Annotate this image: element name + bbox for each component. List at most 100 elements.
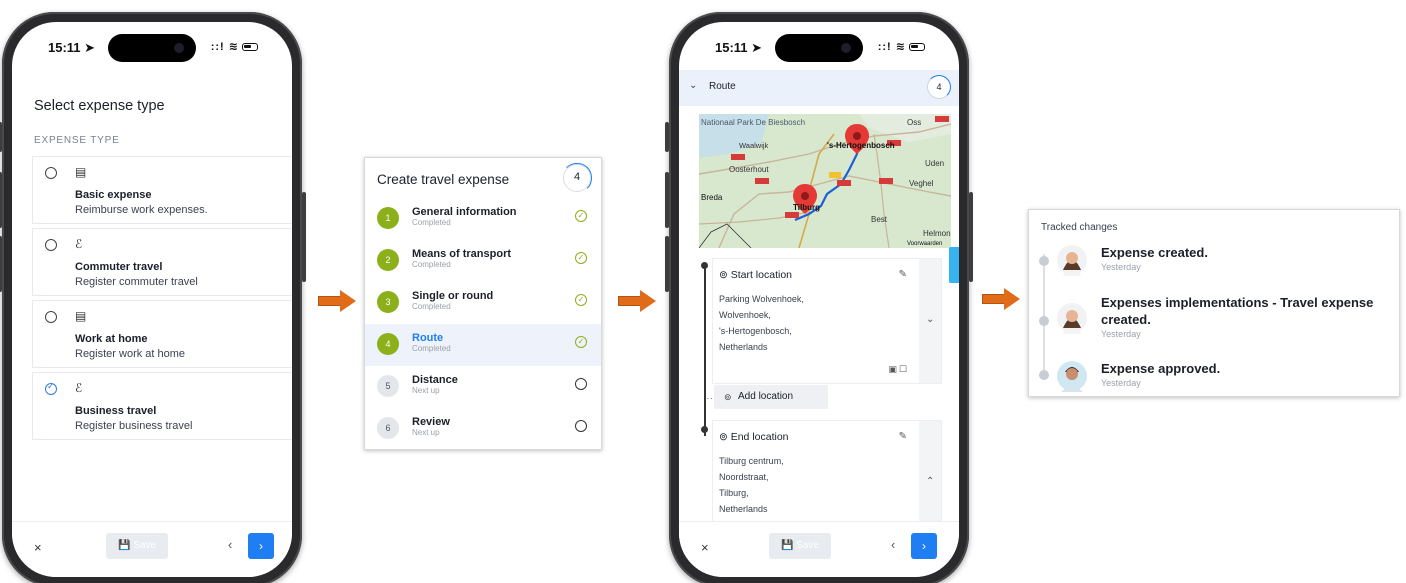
next-button[interactable]: › bbox=[911, 533, 937, 559]
timeline-dot bbox=[1039, 256, 1049, 266]
chevron-down-icon: ⌄ bbox=[926, 314, 935, 325]
tracked-change-item: Expense created. Yesterday bbox=[1101, 244, 1208, 272]
check-circle-icon: ✓ bbox=[575, 210, 587, 222]
option-label: Commuter travel bbox=[75, 261, 163, 273]
feedback-tab[interactable] bbox=[949, 247, 959, 283]
route-section-header[interactable]: ⌄ Route 4 bbox=[679, 70, 959, 106]
previous-button[interactable]: ‹ bbox=[891, 537, 895, 552]
option-description: Register work at home bbox=[75, 348, 186, 360]
step-general-information[interactable]: 1 General information Completed ✓ bbox=[365, 198, 601, 240]
address-line: Netherlands bbox=[719, 342, 768, 352]
end-location-title: ⊚ End location bbox=[719, 431, 789, 443]
tracked-changes-card: Tracked changes Expense created. Yesterd… bbox=[1028, 209, 1400, 397]
change-time: Yesterday bbox=[1101, 329, 1141, 339]
user-avatar bbox=[1057, 303, 1087, 334]
change-time: Yesterday bbox=[1101, 262, 1141, 272]
radio-button[interactable] bbox=[45, 239, 57, 251]
commute-route-icon: ℰ bbox=[75, 237, 83, 251]
save-button[interactable]: 💾 Save bbox=[106, 533, 168, 559]
flow-arrow bbox=[982, 288, 1022, 310]
page-title: Select expense type bbox=[34, 98, 165, 114]
step-single-or-round[interactable]: 3 Single or round Completed ✓ bbox=[365, 282, 601, 324]
start-location-title: ⊚ Start location bbox=[719, 269, 792, 281]
option-description: Reimburse work expenses. bbox=[75, 204, 208, 216]
save-label: Save bbox=[133, 540, 157, 551]
flow-arrow bbox=[318, 290, 358, 312]
step-review[interactable]: 6 Review Next up bbox=[365, 408, 601, 450]
previous-button[interactable]: ‹ bbox=[228, 537, 232, 552]
map-label: Voorwaarden bbox=[907, 241, 942, 247]
commute-route-icon: ℰ bbox=[75, 381, 83, 395]
create-travel-expense-card: Create travel expense 4 1 General inform… bbox=[364, 157, 602, 450]
step-name: Route bbox=[412, 332, 444, 344]
address-line: Tilburg, bbox=[719, 488, 749, 498]
option-label: Business travel bbox=[75, 405, 157, 417]
radio-button-checked[interactable] bbox=[45, 381, 57, 395]
expense-option-basic[interactable]: ▤ Basic expense Reimburse work expenses. bbox=[32, 156, 292, 224]
address-line: 's-Hertogenbosch, bbox=[719, 326, 792, 336]
map-label: Waalwijk bbox=[739, 141, 769, 150]
address-line: Tilburg centrum, bbox=[719, 456, 784, 466]
status-time: 15:11 ➤ bbox=[715, 40, 763, 55]
expense-option-commuter[interactable]: ℰ Commuter travel Register commuter trav… bbox=[32, 228, 292, 296]
next-button[interactable]: › bbox=[248, 533, 274, 559]
option-label: Basic expense bbox=[75, 189, 152, 201]
close-button[interactable]: × bbox=[34, 540, 42, 555]
empty-circle-icon bbox=[575, 420, 587, 432]
edit-pencil-icon[interactable]: ✎ bbox=[899, 431, 907, 442]
collapse-side[interactable]: ⌄ bbox=[919, 259, 941, 383]
location-pin-icon: ⊚ bbox=[724, 392, 732, 402]
check-circle-icon: ✓ bbox=[575, 336, 587, 348]
address-line: Noordstraat, bbox=[719, 472, 769, 482]
step-status: Next up bbox=[412, 428, 440, 437]
step-number: 6 bbox=[377, 417, 399, 439]
route-map[interactable]: Nationaal Park De Biesbosch Waalwijk 's-… bbox=[699, 114, 951, 248]
close-button[interactable]: × bbox=[701, 540, 709, 555]
step-status: Next up bbox=[412, 386, 440, 395]
edit-pencil-icon[interactable]: ✎ bbox=[899, 269, 907, 280]
timeline-dot bbox=[701, 262, 708, 269]
step-status: Completed bbox=[412, 344, 451, 353]
timeline-dot bbox=[701, 426, 708, 433]
step-number: 1 bbox=[377, 207, 399, 229]
expense-option-work-at-home[interactable]: ▤ Work at home Register work at home bbox=[32, 300, 292, 368]
add-location-label: Add location bbox=[738, 391, 794, 402]
step-status: Completed bbox=[412, 260, 451, 269]
step-name: Single or round bbox=[412, 290, 494, 302]
map-label: Uden bbox=[925, 159, 944, 168]
footer-bar: × 💾 Save ‹ › bbox=[679, 521, 959, 577]
start-location-panel[interactable]: ⊚ Start location ✎ Parking Wolvenhoek, W… bbox=[712, 258, 942, 384]
status-icons: ::! ≋ bbox=[878, 40, 925, 53]
radio-button[interactable] bbox=[45, 311, 57, 323]
step-number: 3 bbox=[377, 291, 399, 313]
step-status: Completed bbox=[412, 218, 451, 227]
add-location-button[interactable]: ⊚ Add location bbox=[714, 385, 828, 409]
map-label: Nationaal Park De Biesbosch bbox=[701, 118, 805, 127]
user-avatar bbox=[1057, 361, 1087, 392]
battery-icon bbox=[242, 43, 258, 52]
document-icon: ▤ bbox=[75, 165, 87, 179]
step-status: Completed bbox=[412, 302, 451, 311]
footer-bar: × 💾 Save ‹ › bbox=[12, 521, 292, 577]
step-route[interactable]: 4 Route Completed ✓ bbox=[365, 324, 601, 366]
user-avatar bbox=[1057, 245, 1087, 276]
dynamic-island bbox=[108, 34, 196, 62]
address-line: Netherlands bbox=[719, 504, 768, 514]
expense-option-business-travel[interactable]: ℰ Business travel Register business trav… bbox=[32, 372, 292, 440]
location-title-text: End location bbox=[730, 431, 789, 443]
dynamic-island bbox=[775, 34, 863, 62]
save-button[interactable]: 💾 Save bbox=[769, 533, 831, 559]
step-number: 2 bbox=[377, 249, 399, 271]
map-label: Best bbox=[871, 215, 888, 224]
radio-button[interactable] bbox=[45, 167, 57, 179]
empty-circle-icon bbox=[575, 378, 587, 390]
step-distance[interactable]: 5 Distance Next up bbox=[365, 366, 601, 408]
step-means-of-transport[interactable]: 2 Means of transport Completed ✓ bbox=[365, 240, 601, 282]
toggle-icons[interactable]: ▣☐ bbox=[888, 364, 909, 375]
flow-arrow bbox=[618, 290, 658, 312]
chevron-up-icon: ⌃ bbox=[926, 476, 935, 487]
save-label: Save bbox=[796, 540, 820, 551]
map-label: Tilburg bbox=[793, 203, 820, 212]
location-pin-icon: ⊚ bbox=[719, 431, 731, 443]
change-time: Yesterday bbox=[1101, 378, 1141, 388]
